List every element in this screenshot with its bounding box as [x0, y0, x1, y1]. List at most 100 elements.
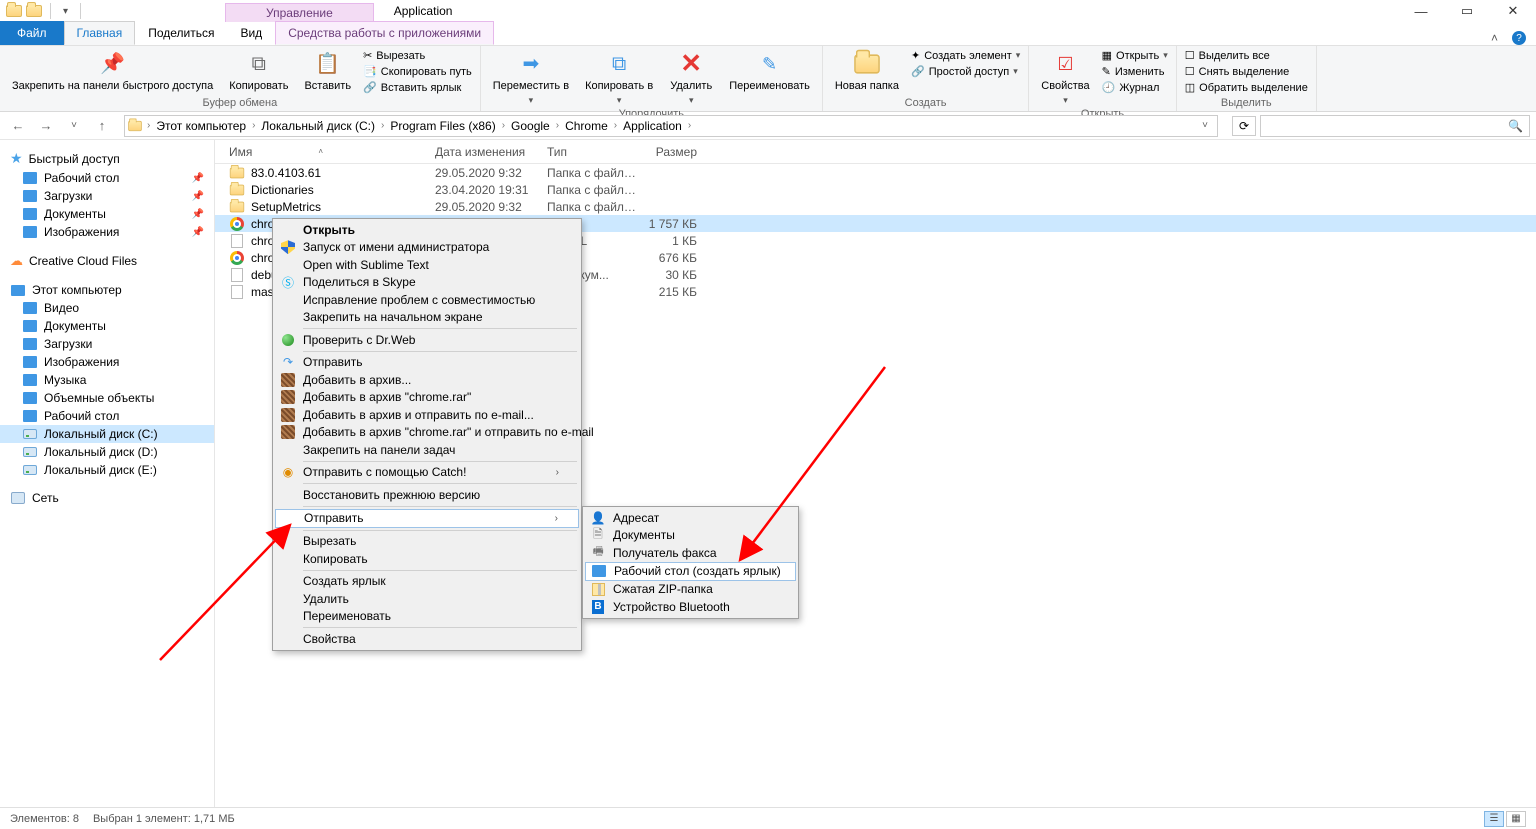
- select-all-button[interactable]: ☐Выделить все: [1183, 48, 1310, 63]
- column-headers[interactable]: Имя˄ Дата изменения Тип Размер: [215, 140, 1536, 164]
- breadcrumb-segment[interactable]: Google: [507, 119, 554, 133]
- nav-item[interactable]: Изображения📌: [0, 223, 214, 241]
- nav-item[interactable]: Локальный диск (E:): [0, 461, 214, 479]
- tab-file[interactable]: Файл: [0, 21, 64, 45]
- ribbon-collapse-icon[interactable]: ˄: [1491, 31, 1498, 45]
- close-button[interactable]: ✕: [1490, 0, 1536, 22]
- minimize-button[interactable]: —: [1398, 0, 1444, 22]
- ctx-add-chrome-rar[interactable]: Добавить в архив "chrome.rar": [275, 389, 579, 407]
- column-date[interactable]: Дата изменения: [435, 145, 547, 159]
- column-size[interactable]: Размер: [637, 145, 697, 159]
- invert-selection-button[interactable]: ◫Обратить выделение: [1183, 80, 1310, 95]
- back-button[interactable]: ←: [6, 115, 30, 137]
- new-folder-button[interactable]: Новая папка: [829, 48, 905, 95]
- select-none-button[interactable]: ☐Снять выделение: [1183, 64, 1310, 79]
- nav-network[interactable]: Сеть: [0, 489, 214, 507]
- sub-fax[interactable]: 🖷Получатель факса: [585, 544, 796, 562]
- qat-folder-icon[interactable]: [26, 4, 42, 18]
- nav-creative-cloud[interactable]: ☁Creative Cloud Files: [0, 251, 214, 271]
- search-input[interactable]: 🔍: [1260, 115, 1530, 137]
- help-icon[interactable]: ?: [1512, 31, 1526, 45]
- icons-view-button[interactable]: ▦: [1506, 811, 1526, 827]
- ctx-pin-start[interactable]: Закрепить на начальном экране: [275, 309, 579, 327]
- nav-item[interactable]: Документы: [0, 317, 214, 335]
- ctx-send-catch[interactable]: ◉Отправить с помощью Catch!›: [275, 464, 579, 482]
- ctx-skype[interactable]: ⓈПоделиться в Skype: [275, 274, 579, 292]
- chevron-right-icon[interactable]: ›: [612, 120, 619, 131]
- forward-button[interactable]: →: [34, 115, 58, 137]
- ctx-run-admin[interactable]: Запуск от имени администратора: [275, 239, 579, 257]
- ctx-sublime[interactable]: Open with Sublime Text: [275, 256, 579, 274]
- tab-app-tools[interactable]: Средства работы с приложениями: [275, 21, 494, 45]
- breadcrumb-segment[interactable]: Chrome: [561, 119, 612, 133]
- ctx-delete[interactable]: Удалить: [275, 590, 579, 608]
- paste-shortcut-button[interactable]: 🔗Вставить ярлык: [361, 80, 474, 95]
- ctx-add-chrome-email[interactable]: Добавить в архив "chrome.rar" и отправит…: [275, 424, 579, 442]
- refresh-button[interactable]: ⟳: [1232, 116, 1256, 136]
- breadcrumb-segment[interactable]: Локальный диск (C:): [257, 119, 379, 133]
- delete-button[interactable]: ✕Удалить: [663, 48, 719, 107]
- qat-customize-icon[interactable]: ▾: [59, 6, 72, 17]
- ctx-send-to[interactable]: Отправить›: [275, 509, 579, 528]
- breadcrumb-segment[interactable]: Этот компьютер: [152, 119, 250, 133]
- rename-button[interactable]: ✎Переименовать: [723, 48, 816, 95]
- history-button[interactable]: 🕘Журнал: [1100, 80, 1170, 95]
- ctx-add-archive[interactable]: Добавить в архив...: [275, 371, 579, 389]
- tab-view[interactable]: Вид: [227, 21, 275, 45]
- ctx-cut[interactable]: Вырезать: [275, 533, 579, 551]
- sub-documents[interactable]: 🗎Документы: [585, 527, 796, 545]
- cut-button[interactable]: ✂Вырезать: [361, 48, 474, 63]
- chevron-right-icon[interactable]: ›: [554, 120, 561, 131]
- sub-zip[interactable]: Сжатая ZIP-папка: [585, 581, 796, 599]
- nav-item[interactable]: Локальный диск (C:): [0, 425, 214, 443]
- easy-access-button[interactable]: 🔗Простой доступ: [909, 64, 1022, 79]
- navigation-pane[interactable]: ★Быстрый доступ Рабочий стол📌Загрузки📌 До…: [0, 140, 215, 807]
- file-row[interactable]: SetupMetrics29.05.2020 9:32Папка с файла…: [215, 198, 1536, 215]
- chevron-right-icon[interactable]: ›: [379, 120, 386, 131]
- recent-locations-button[interactable]: ˅: [62, 115, 86, 137]
- chevron-right-icon[interactable]: ›: [145, 120, 152, 131]
- ctx-restore-prev[interactable]: Восстановить прежнюю версию: [275, 486, 579, 504]
- copy-button[interactable]: ⧉Копировать: [223, 48, 294, 95]
- details-view-button[interactable]: ☰: [1484, 811, 1504, 827]
- nav-item[interactable]: Рабочий стол: [0, 407, 214, 425]
- ctx-share[interactable]: ↷Отправить: [275, 354, 579, 372]
- copy-to-button[interactable]: ⧉Копировать в: [579, 48, 659, 107]
- nav-item[interactable]: Загрузки: [0, 335, 214, 353]
- tab-share[interactable]: Поделиться: [135, 21, 227, 45]
- column-type[interactable]: Тип: [547, 145, 637, 159]
- paste-button[interactable]: 📋Вставить: [298, 48, 357, 95]
- edit-button[interactable]: ✎Изменить: [1100, 64, 1170, 79]
- nav-item[interactable]: Рабочий стол📌: [0, 169, 214, 187]
- sub-bluetooth[interactable]: BУстройство Bluetooth: [585, 598, 796, 616]
- file-row[interactable]: Dictionaries23.04.2020 19:31Папка с файл…: [215, 181, 1536, 198]
- ctx-open[interactable]: Открыть: [275, 221, 579, 239]
- ctx-create-shortcut[interactable]: Создать ярлык: [275, 573, 579, 591]
- new-item-button[interactable]: ✦Создать элемент: [909, 48, 1022, 63]
- address-bar[interactable]: › Этот компьютер›Локальный диск (C:)›Pro…: [124, 115, 1218, 137]
- maximize-button[interactable]: ▭: [1444, 0, 1490, 22]
- nav-item[interactable]: Локальный диск (D:): [0, 443, 214, 461]
- address-dropdown-icon[interactable]: ˅: [1193, 115, 1217, 137]
- tab-home[interactable]: Главная: [64, 21, 136, 45]
- move-to-button[interactable]: ➡Переместить в: [487, 48, 575, 107]
- sub-desktop-shortcut[interactable]: Рабочий стол (создать ярлык): [585, 562, 796, 581]
- chevron-right-icon[interactable]: ›: [686, 120, 693, 131]
- ctx-copy[interactable]: Копировать: [275, 550, 579, 568]
- up-button[interactable]: ↑: [90, 115, 114, 137]
- nav-quick-access[interactable]: ★Быстрый доступ: [0, 148, 214, 169]
- ctx-properties[interactable]: Свойства: [275, 630, 579, 648]
- chevron-right-icon[interactable]: ›: [500, 120, 507, 131]
- nav-item[interactable]: Загрузки📌: [0, 187, 214, 205]
- breadcrumb-segment[interactable]: Application: [619, 119, 686, 133]
- column-name[interactable]: Имя˄: [229, 145, 435, 159]
- sub-recipient[interactable]: 👤Адресат: [585, 509, 796, 527]
- pin-quickaccess-button[interactable]: 📌Закрепить на панели быстрого доступа: [6, 48, 219, 95]
- nav-item[interactable]: Видео: [0, 299, 214, 317]
- chevron-right-icon[interactable]: ›: [250, 120, 257, 131]
- nav-item[interactable]: Объемные объекты: [0, 389, 214, 407]
- ctx-rename[interactable]: Переименовать: [275, 608, 579, 626]
- copy-path-button[interactable]: 📑Скопировать путь: [361, 64, 474, 79]
- breadcrumb-segment[interactable]: Program Files (x86): [386, 119, 499, 133]
- ctx-pin-taskbar[interactable]: Закрепить на панели задач: [275, 441, 579, 459]
